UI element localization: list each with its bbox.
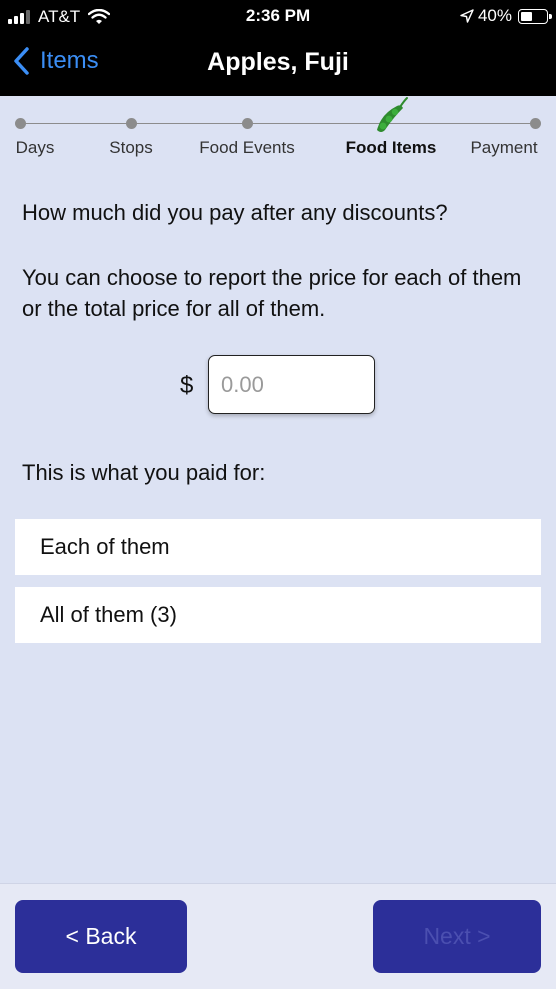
step-dot-days bbox=[15, 118, 26, 129]
progress-stepper: Days Stops Food Events Food Items Paymen… bbox=[0, 96, 556, 168]
explanation-text: You can choose to report the price for e… bbox=[22, 265, 522, 321]
back-button[interactable]: < Back bbox=[15, 900, 187, 973]
step-label-food-events[interactable]: Food Events bbox=[199, 138, 294, 158]
step-label-food-items[interactable]: Food Items bbox=[346, 138, 437, 158]
top-bar: AT&T 2:36 PM 40% Items Apples, Fuji bbox=[0, 0, 556, 96]
status-right: 40% bbox=[460, 6, 552, 26]
step-dot-payment bbox=[530, 118, 541, 129]
location-arrow-icon bbox=[460, 9, 474, 23]
next-button[interactable]: Next > bbox=[373, 900, 541, 973]
stepper-line bbox=[20, 123, 536, 124]
step-dot-stops bbox=[126, 118, 137, 129]
option-label: All of them (3) bbox=[40, 602, 177, 627]
step-label-days[interactable]: Days bbox=[16, 138, 55, 158]
price-input[interactable] bbox=[208, 355, 375, 414]
option-label: Each of them bbox=[40, 534, 170, 559]
step-dot-food-events bbox=[242, 118, 253, 129]
option-all-of-them[interactable]: All of them (3) bbox=[15, 587, 541, 643]
question-text: How much did you pay after any discounts… bbox=[22, 200, 448, 225]
paid-for-label: This is what you paid for: bbox=[22, 460, 266, 485]
battery-icon bbox=[518, 8, 552, 24]
page-title: Apples, Fuji bbox=[207, 48, 349, 76]
currency-symbol: $ bbox=[180, 372, 194, 399]
step-label-payment[interactable]: Payment bbox=[470, 138, 537, 158]
step-label-stops[interactable]: Stops bbox=[109, 138, 152, 158]
option-each-of-them[interactable]: Each of them bbox=[15, 519, 541, 575]
battery-percent: 40% bbox=[477, 6, 512, 25]
pea-pod-icon bbox=[377, 97, 408, 132]
